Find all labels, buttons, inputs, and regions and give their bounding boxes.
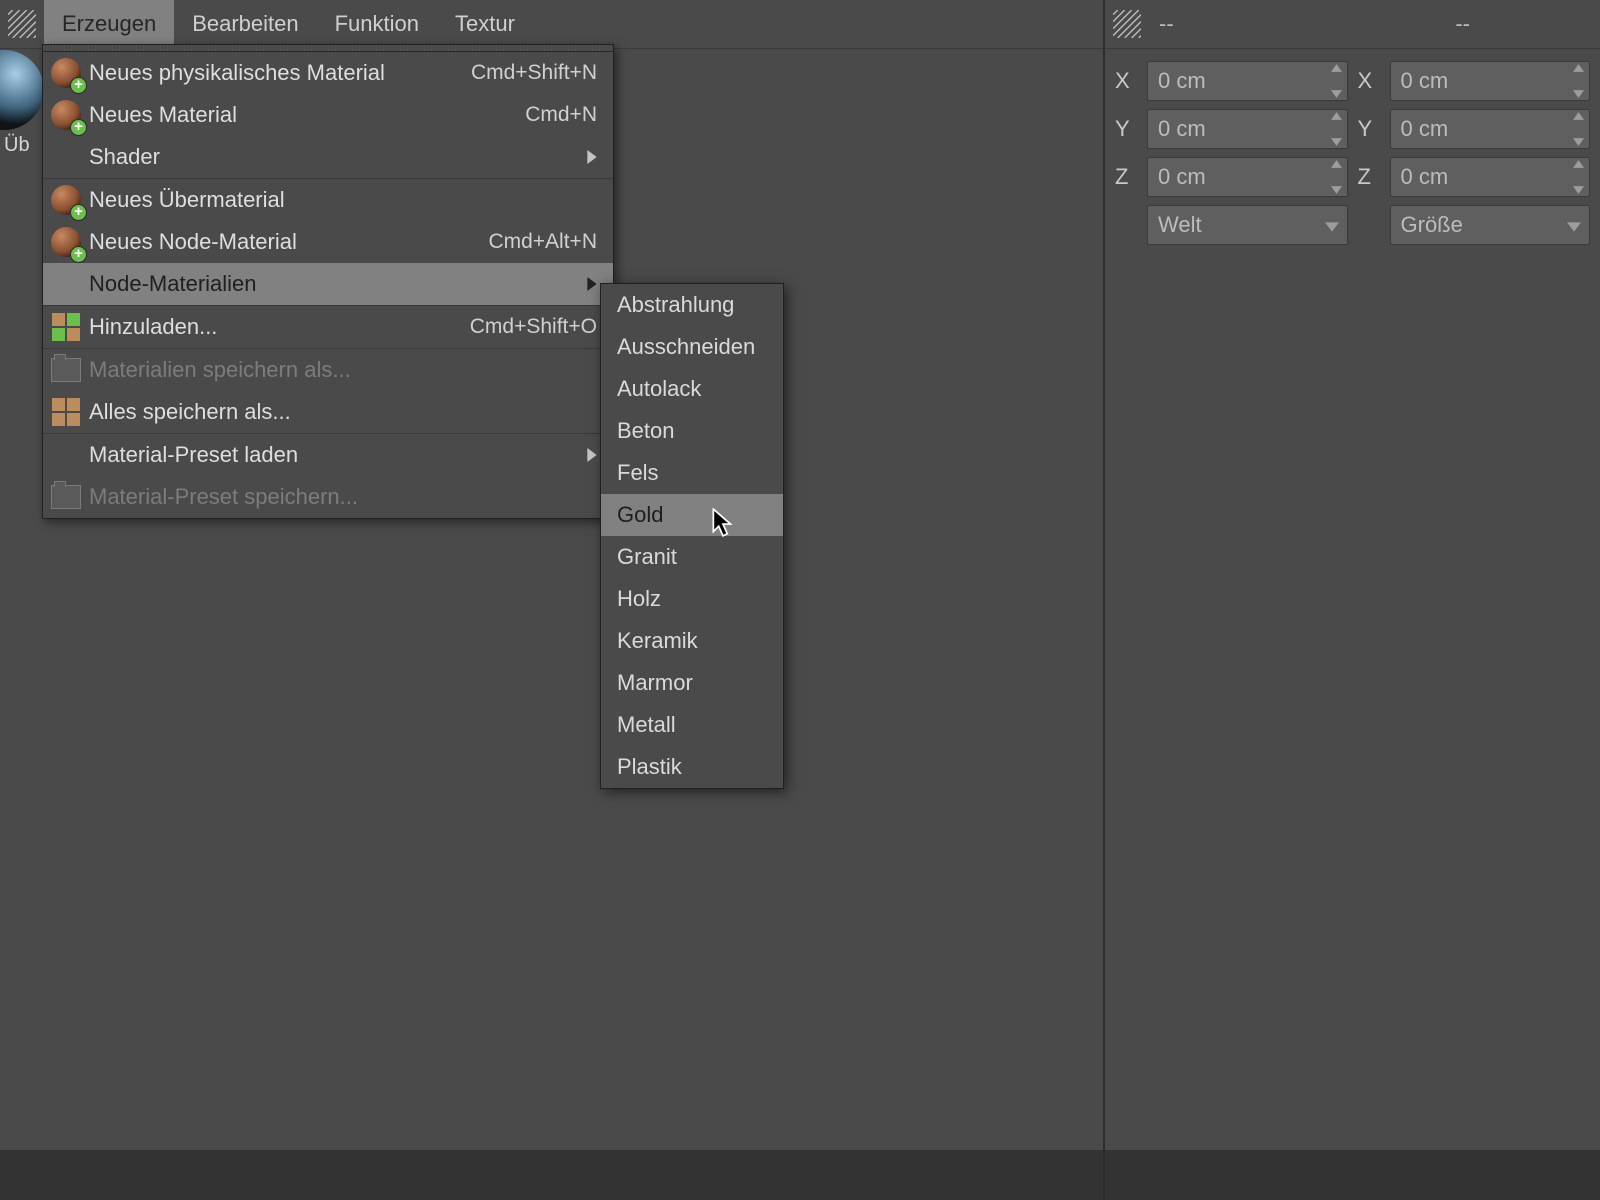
sphere-plus-icon: +: [43, 58, 89, 88]
sub-item-abstrahlung[interactable]: Abstrahlung: [601, 284, 783, 326]
sub-item-granit[interactable]: Granit: [601, 536, 783, 578]
sphere-plus-icon: +: [43, 100, 89, 130]
menu-item-label: Hinzuladen...: [89, 314, 470, 340]
sub-item-autolack[interactable]: Autolack: [601, 368, 783, 410]
panel-hatch-icon[interactable]: [1105, 10, 1149, 38]
sub-item-beton[interactable]: Beton: [601, 410, 783, 452]
node-materialien-submenu: Abstrahlung Ausschneiden Autolack Beton …: [600, 283, 784, 789]
menu-item-shortcut: Cmd+N: [525, 103, 597, 127]
field-value: 0 cm: [1158, 116, 1206, 142]
material-sphere-icon: [0, 50, 44, 130]
item-neues-material[interactable]: + Neues Material Cmd+N: [43, 94, 613, 136]
sub-item-metall[interactable]: Metall: [601, 704, 783, 746]
menu-item-label: Neues Node-Material: [89, 229, 488, 255]
grid-icon: [43, 398, 89, 426]
spinner-icon[interactable]: [1573, 64, 1586, 98]
folder-icon: [43, 358, 89, 382]
axis-label-x: X: [1115, 68, 1137, 94]
panel-footer: [1105, 1150, 1600, 1200]
menu-item-shortcut: Cmd+Alt+N: [488, 230, 597, 254]
axis-label-z: Z: [1358, 164, 1380, 190]
menu-item-shortcut: Cmd+Shift+N: [471, 61, 597, 85]
panel-footer: [0, 1150, 1103, 1200]
coords-header: -- --: [1105, 0, 1600, 49]
menu-item-label: Material-Preset laden: [89, 442, 587, 468]
sphere-plus-icon: +: [43, 227, 89, 257]
size-y-field[interactable]: 0 cm: [1390, 109, 1591, 149]
submenu-arrow-icon: [587, 442, 597, 468]
item-shader[interactable]: Shader: [43, 136, 613, 178]
header-placeholder-right: --: [1445, 11, 1480, 37]
size-mode-select[interactable]: Größe: [1390, 205, 1591, 245]
chevron-down-icon: [1567, 212, 1581, 238]
sub-item-keramik[interactable]: Keramik: [601, 620, 783, 662]
item-materialien-speichern-als: Materialien speichern als...: [43, 349, 613, 391]
menu-item-label: Neues Material: [89, 102, 525, 128]
menu-item-label: Alles speichern als...: [89, 399, 597, 425]
materials-menubar: Erzeugen Bearbeiten Funktion Textur: [0, 0, 1103, 49]
menu-item-shortcut: Cmd+Shift+O: [470, 315, 597, 339]
position-x-field[interactable]: 0 cm: [1147, 61, 1348, 101]
field-value: 0 cm: [1401, 68, 1449, 94]
item-neues-node-material[interactable]: + Neues Node-Material Cmd+Alt+N: [43, 221, 613, 263]
spinner-icon[interactable]: [1331, 160, 1344, 194]
item-neues-uebermaterial[interactable]: + Neues Übermaterial: [43, 179, 613, 221]
position-y-field[interactable]: 0 cm: [1147, 109, 1348, 149]
item-material-preset-speichern: Material-Preset speichern...: [43, 476, 613, 518]
erzeugen-dropdown: + Neues physikalisches Material Cmd+Shif…: [42, 44, 614, 519]
header-placeholder-left: --: [1149, 11, 1184, 37]
sphere-plus-icon: +: [43, 185, 89, 215]
spinner-icon[interactable]: [1331, 64, 1344, 98]
submenu-arrow-icon: [587, 144, 597, 170]
spinner-icon[interactable]: [1573, 112, 1586, 146]
sub-item-holz[interactable]: Holz: [601, 578, 783, 620]
field-value: 0 cm: [1401, 164, 1449, 190]
item-hinzuladen[interactable]: Hinzuladen... Cmd+Shift+O: [43, 306, 613, 348]
size-z-field[interactable]: 0 cm: [1390, 157, 1591, 197]
folder-icon: [43, 485, 89, 509]
dropdown-grip[interactable]: [43, 45, 613, 52]
panel-hatch-icon[interactable]: [0, 0, 44, 48]
materials-panel: Erzeugen Bearbeiten Funktion Textur Üb +…: [0, 0, 1105, 1200]
menu-item-label: Material-Preset speichern...: [89, 484, 597, 510]
size-x-field[interactable]: 0 cm: [1390, 61, 1591, 101]
coord-system-select[interactable]: Welt: [1147, 205, 1348, 245]
position-z-field[interactable]: 0 cm: [1147, 157, 1348, 197]
menu-textur[interactable]: Textur: [437, 0, 533, 48]
menu-item-label: Shader: [89, 144, 587, 170]
chevron-down-icon: [1325, 212, 1339, 238]
select-value: Größe: [1401, 212, 1463, 238]
coordinates-panel: -- -- X 0 cm X 0 cm: [1105, 0, 1600, 1200]
field-value: 0 cm: [1158, 68, 1206, 94]
submenu-arrow-icon: [587, 271, 597, 297]
axis-label-y: Y: [1115, 116, 1137, 142]
sub-item-fels[interactable]: Fels: [601, 452, 783, 494]
sub-item-marmor[interactable]: Marmor: [601, 662, 783, 704]
axis-label-y: Y: [1358, 116, 1380, 142]
menu-erzeugen[interactable]: Erzeugen: [44, 0, 174, 48]
grid-check-icon: [43, 313, 89, 341]
field-value: 0 cm: [1158, 164, 1206, 190]
menu-funktion[interactable]: Funktion: [317, 0, 437, 48]
menu-item-label: Node-Materialien: [89, 271, 587, 297]
sub-item-plastik[interactable]: Plastik: [601, 746, 783, 788]
sub-item-gold[interactable]: Gold: [601, 494, 783, 536]
sub-item-ausschneiden[interactable]: Ausschneiden: [601, 326, 783, 368]
coord-grid: X 0 cm X 0 cm Y: [1105, 49, 1600, 245]
field-value: 0 cm: [1401, 116, 1449, 142]
item-alles-speichern-als[interactable]: Alles speichern als...: [43, 391, 613, 433]
axis-label-x: X: [1358, 68, 1380, 94]
spinner-icon[interactable]: [1331, 112, 1344, 146]
item-neues-physikalisches-material[interactable]: + Neues physikalisches Material Cmd+Shif…: [43, 52, 613, 94]
item-material-preset-laden[interactable]: Material-Preset laden: [43, 434, 613, 476]
select-value: Welt: [1158, 212, 1202, 238]
axis-label-z: Z: [1115, 164, 1137, 190]
menu-item-label: Neues Übermaterial: [89, 187, 597, 213]
menu-item-label: Neues physikalisches Material: [89, 60, 471, 86]
spinner-icon[interactable]: [1573, 160, 1586, 194]
menu-item-label: Materialien speichern als...: [89, 357, 597, 383]
menu-bearbeiten[interactable]: Bearbeiten: [174, 0, 316, 48]
item-node-materialien[interactable]: Node-Materialien: [43, 263, 613, 305]
